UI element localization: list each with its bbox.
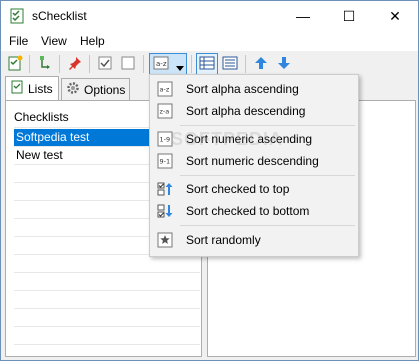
app-checklist-icon <box>9 8 25 24</box>
sort-menu-label: Sort numeric descending <box>186 154 319 168</box>
sort-menu: a-z Sort alpha ascending z-a Sort alpha … <box>149 74 359 257</box>
move-down-button[interactable] <box>273 53 295 75</box>
menu-bar: File View Help <box>1 31 418 51</box>
sort-alpha-descending-item[interactable]: z-a Sort alpha descending <box>152 100 356 122</box>
sort-menu-label: Sort checked to bottom <box>186 204 310 218</box>
sort-menu-label: Sort alpha descending <box>186 104 306 118</box>
sort-numeric-ascending-item[interactable]: 1-9 Sort numeric ascending <box>152 128 356 150</box>
sort-menu-label: Sort numeric ascending <box>186 132 313 146</box>
sort-menu-label: Sort randomly <box>186 233 261 247</box>
grid-view-icon <box>199 55 215 74</box>
svg-text:z-a: z-a <box>160 108 170 116</box>
tab-lists[interactable]: Lists <box>5 76 59 100</box>
close-button[interactable]: ✕ <box>372 1 418 31</box>
move-up-button[interactable] <box>250 53 272 75</box>
sort-numeric-descending-item[interactable]: 9-1 Sort numeric descending <box>152 150 356 172</box>
svg-text:a-z: a-z <box>160 86 170 94</box>
tab-options[interactable]: Options <box>61 78 130 100</box>
tab-lists-label: Lists <box>28 81 53 96</box>
svg-text:9-1: 9-1 <box>160 158 171 166</box>
pin-button[interactable] <box>64 53 86 75</box>
check-all-button[interactable] <box>94 53 116 75</box>
maximize-button[interactable]: ☐ <box>326 1 372 31</box>
add-item-button[interactable] <box>34 53 56 75</box>
gear-icon <box>66 81 80 98</box>
svg-text:a-z: a-z <box>156 60 167 68</box>
new-checklist-icon <box>7 55 23 74</box>
menu-view[interactable]: View <box>41 34 67 48</box>
title-bar: sChecklist — ☐ ✕ <box>1 1 418 31</box>
menu-help[interactable]: Help <box>80 34 105 48</box>
sort-alpha-asc-icon: a-z <box>157 81 173 97</box>
sort-menu-label: Sort checked to top <box>186 182 290 196</box>
sort-checked-top-icon <box>157 181 173 197</box>
arrow-up-icon <box>254 56 268 73</box>
uncheck-all-button[interactable] <box>117 53 139 75</box>
app-window: sChecklist — ☐ ✕ File View Help a-z List… <box>0 0 419 361</box>
pin-icon <box>67 55 83 74</box>
sort-numeric-asc-icon: 1-9 <box>157 131 173 147</box>
checklist-tab-icon <box>10 80 24 97</box>
minimize-button[interactable]: — <box>280 1 326 31</box>
chevron-down-icon <box>176 61 184 75</box>
sort-checked-to-bottom-item[interactable]: Sort checked to bottom <box>152 200 356 222</box>
view-details-button[interactable] <box>196 53 218 75</box>
sort-dropdown-button[interactable]: a-z <box>149 53 187 75</box>
sort-random-icon <box>157 232 173 248</box>
add-item-icon <box>37 55 53 74</box>
new-list-button[interactable] <box>4 53 26 75</box>
list-view-icon <box>222 55 238 74</box>
sort-checked-to-top-item[interactable]: Sort checked to top <box>152 178 356 200</box>
checkbox-checked-icon <box>98 56 112 73</box>
list-header: Checklists <box>14 110 69 124</box>
menu-file[interactable]: File <box>9 34 28 48</box>
view-list-button[interactable] <box>219 53 241 75</box>
sort-numeric-desc-icon: 9-1 <box>157 153 173 169</box>
sort-checked-bottom-icon <box>157 203 173 219</box>
sort-menu-label: Sort alpha ascending <box>186 82 299 96</box>
checkbox-unchecked-icon <box>121 56 135 73</box>
svg-text:1-9: 1-9 <box>160 136 171 144</box>
window-title: sChecklist <box>32 9 87 23</box>
sort-alpha-ascending-item[interactable]: a-z Sort alpha ascending <box>152 78 356 100</box>
sort-alpha-desc-icon: z-a <box>157 103 173 119</box>
sort-randomly-item[interactable]: Sort randomly <box>152 229 356 251</box>
arrow-down-icon <box>277 56 291 73</box>
tab-options-label: Options <box>84 82 126 97</box>
sort-az-icon: a-z <box>153 55 169 74</box>
